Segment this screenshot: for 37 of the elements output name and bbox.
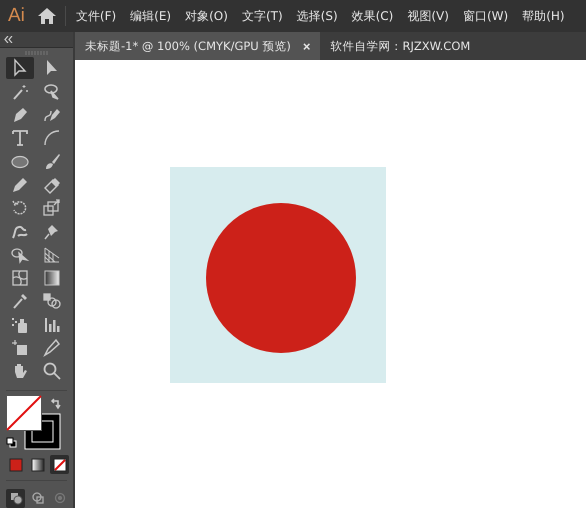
swap-icon[interactable] [50,398,62,410]
menu-item[interactable]: 视图(V) [407,8,449,24]
no-fill-swatch-icon [52,458,66,472]
draw-normal-icon [8,491,22,506]
color-swatch-icon [8,458,22,472]
menu-item[interactable]: 选择(S) [296,8,338,24]
fill-stroke-swatch[interactable] [6,394,62,451]
search-icon [42,361,62,382]
mesh-icon [10,268,30,288]
home-icon[interactable] [36,7,57,25]
scale-icon [42,198,62,218]
app-logo: Ai [8,5,25,27]
menu-item[interactable]: 编辑(E) [130,8,172,24]
tab-label: 未标题-1* @ 100% (CMYK/GPU 预览) [85,38,291,54]
color-mode-button[interactable] [50,455,69,474]
collapse-icon[interactable] [4,36,13,44]
menu-item[interactable]: 文件(F) [76,8,116,24]
menu-item[interactable]: 对象(O) [185,8,228,24]
gradient-swatch-icon [30,458,44,472]
menu-item[interactable]: 窗口(W) [462,8,508,24]
gradient-icon [42,268,62,288]
type-icon [10,128,30,148]
close-button[interactable]: × [302,38,310,54]
draw-inside-icon [52,491,66,506]
draw-behind-icon [30,491,44,506]
knife-icon [42,338,62,358]
menu-item[interactable]: 效果(C) [352,8,394,24]
grid-icon [42,244,62,265]
draw-mode-button[interactable] [6,488,25,508]
blend-icon [42,291,62,312]
menu-item[interactable]: 帮助(H) [522,8,565,24]
menu-item[interactable]: 文字(T) [242,8,283,24]
default-colors-icon[interactable] [6,436,17,448]
grip-icon[interactable] [24,50,48,55]
document-tab[interactable]: 未标题-1* @ 100% (CMYK/GPU 预览) × [75,32,320,60]
tool-button[interactable] [6,57,34,80]
tab-label: 软件自学网：RJZXW.COM [330,38,470,54]
